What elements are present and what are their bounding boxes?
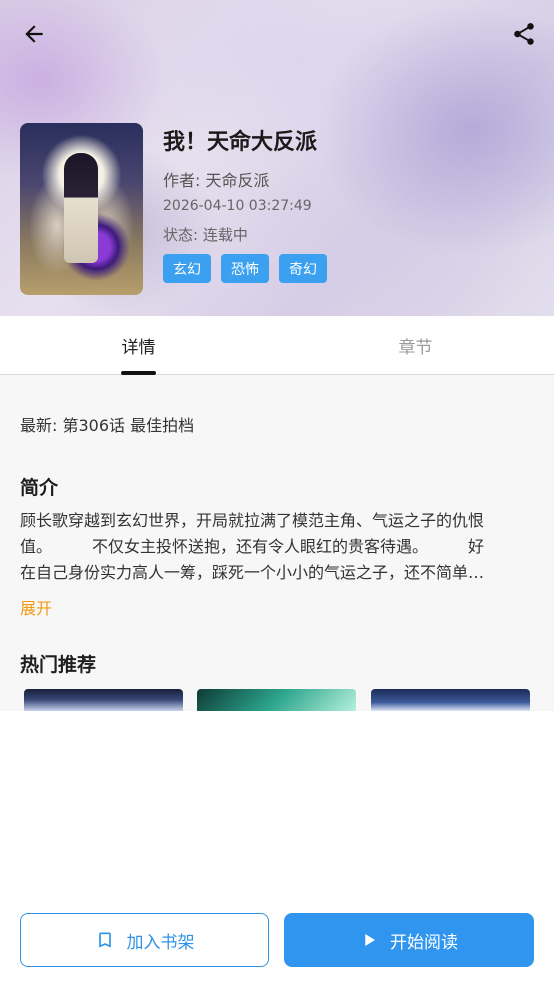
expand-intro-button[interactable]: 展开 [20,595,52,619]
intro-line: 顾长歌穿越到玄幻世界，开局就拉满了模范主角、气运之子的仇恨 [20,511,485,530]
book-updated-time: 2026-04-10 03:27:49 [163,198,312,214]
arrow-left-icon [25,25,43,43]
recommend-cover[interactable] [197,689,356,711]
intro-line: 值。 不仅女主投怀送抱，还有令人眼红的贵客待遇。 好 [20,537,485,556]
hot-recommend-heading: 热门推荐 [20,654,97,676]
recommend-cover[interactable] [24,689,183,711]
book-header: 我！天命大反派 作者: 天命反派 2026-04-10 03:27:49 状态:… [0,0,554,316]
bookmark-icon [98,932,111,948]
start-reading-button[interactable]: 开始阅读 [284,913,534,967]
latest-chapter-link[interactable]: 最新: 第306话 最佳拍档 [20,412,194,436]
book-cover [20,123,143,295]
tag-list: 玄幻 恐怖 奇幻 [163,254,327,283]
add-to-shelf-button[interactable]: 加入书架 [20,913,269,967]
add-to-shelf-label: 加入书架 [126,932,195,953]
book-author: 作者: 天命反派 [163,171,270,190]
intro-text: 顾长歌穿越到玄幻世界，开局就拉满了模范主角、气运之子的仇恨 值。 不仅女主投怀送… [20,508,534,586]
recommend-cover[interactable] [371,689,530,711]
intro-heading: 简介 [20,477,59,499]
book-status: 状态: 连载中 [163,226,248,244]
intro-line: 在自己身份实力高人一筹，踩死一个小小的气运之子，还不简单… [20,563,485,582]
tag-item[interactable]: 奇幻 [279,254,327,283]
tab-bar: 详情 章节 [0,316,554,375]
book-title: 我！天命大反派 [163,130,318,155]
back-button[interactable] [14,14,54,54]
share-button[interactable] [504,14,544,54]
tab-chapters[interactable]: 章节 [277,316,554,374]
play-icon [365,934,375,946]
start-reading-label: 开始阅读 [390,932,458,953]
tab-details[interactable]: 详情 [0,316,277,374]
tag-item[interactable]: 恐怖 [221,254,269,283]
tag-item[interactable]: 玄幻 [163,254,211,283]
share-icon [514,23,534,45]
recommend-list [24,689,534,711]
